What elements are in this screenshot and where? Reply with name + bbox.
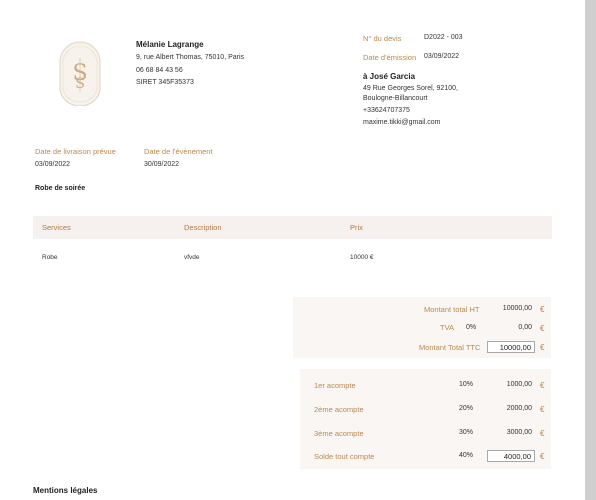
issue-date-value: 03/09/2022 bbox=[424, 53, 460, 60]
quote-number-label: N° du devis bbox=[363, 34, 402, 43]
client-address-line2: Boulogne-Billancourt bbox=[363, 95, 428, 102]
column-header-services: Services bbox=[42, 223, 71, 232]
deposit-rate: 10% bbox=[459, 381, 474, 388]
column-header-price: Prix bbox=[350, 223, 363, 232]
brand-logo: S S bbox=[59, 41, 101, 106]
quote-number-value: D2022 - 003 bbox=[424, 34, 463, 41]
total-ht-currency: € bbox=[540, 305, 545, 314]
client-phone: +33624707375 bbox=[363, 107, 410, 114]
column-header-description: Description bbox=[184, 223, 222, 232]
total-ttc-field[interactable]: 10000,00 bbox=[487, 341, 535, 353]
event-date-value: 30/09/2022 bbox=[144, 161, 180, 168]
row-price: 10000 € bbox=[350, 254, 374, 261]
tva-currency: € bbox=[540, 324, 545, 333]
row-service: Robe bbox=[42, 254, 58, 261]
deposit-label: Solde tout compte bbox=[314, 452, 375, 461]
quote-subject: Robe de soirée bbox=[35, 185, 86, 192]
client-email: maxime.tikki@gmail.com bbox=[363, 119, 441, 126]
total-ht-value: 10000,00 bbox=[502, 305, 532, 312]
issue-date-label: Date d'émission bbox=[363, 53, 417, 62]
total-ht-label: Montant total HT bbox=[424, 305, 480, 314]
deposit-rate: 30% bbox=[459, 429, 474, 436]
sender-address: 9, rue Albert Thomas, 75010, Paris bbox=[136, 54, 245, 61]
client-name: à José Garcia bbox=[363, 72, 416, 81]
sender-name: Mélanie Lagrange bbox=[136, 40, 204, 49]
total-ttc-currency: € bbox=[540, 343, 545, 352]
services-table-header: Services Description Prix bbox=[33, 216, 552, 239]
sender-phone: 06 68 84 43 56 bbox=[136, 67, 183, 74]
deposit-label: 3ème acompte bbox=[314, 429, 364, 438]
deposit-value: 2000,00 bbox=[506, 405, 532, 412]
tva-value: 0,00 bbox=[518, 324, 532, 331]
event-date-label: Date de l'évènement bbox=[144, 147, 213, 156]
client-address-line1: 49 Rue Georges Sorel, 92100, bbox=[363, 85, 458, 92]
deposit-currency: € bbox=[540, 405, 545, 414]
delivery-date-label: Date de livraison prévue bbox=[35, 147, 116, 156]
tva-label: TVA bbox=[440, 323, 455, 332]
legal-mentions-title: Mentions légales bbox=[33, 486, 98, 495]
viewport-gutter bbox=[585, 0, 596, 500]
deposit-currency: € bbox=[540, 452, 545, 461]
sender-siret: SIRET 345F35373 bbox=[136, 79, 194, 86]
tva-rate: 0% bbox=[466, 324, 477, 331]
deposit-currency: € bbox=[540, 381, 545, 390]
deposit-rate: 20% bbox=[459, 405, 474, 412]
deposit-value: 1000,00 bbox=[506, 381, 532, 388]
deposit-label: 1er acompte bbox=[314, 381, 356, 390]
delivery-date-value: 03/09/2022 bbox=[35, 161, 71, 168]
row-description: vfvde bbox=[184, 254, 200, 261]
deposit-value: 3000,00 bbox=[506, 429, 532, 436]
deposit-label: 2ème acompte bbox=[314, 405, 364, 414]
total-ttc-label: Montant Total TTC bbox=[419, 343, 481, 352]
invoice-page: S S Mélanie Lagrange 9, rue Albert Thoma… bbox=[0, 0, 585, 500]
balance-field[interactable]: 4000,00 bbox=[487, 450, 535, 462]
deposit-currency: € bbox=[540, 429, 545, 438]
deposit-rate: 40% bbox=[459, 452, 474, 459]
